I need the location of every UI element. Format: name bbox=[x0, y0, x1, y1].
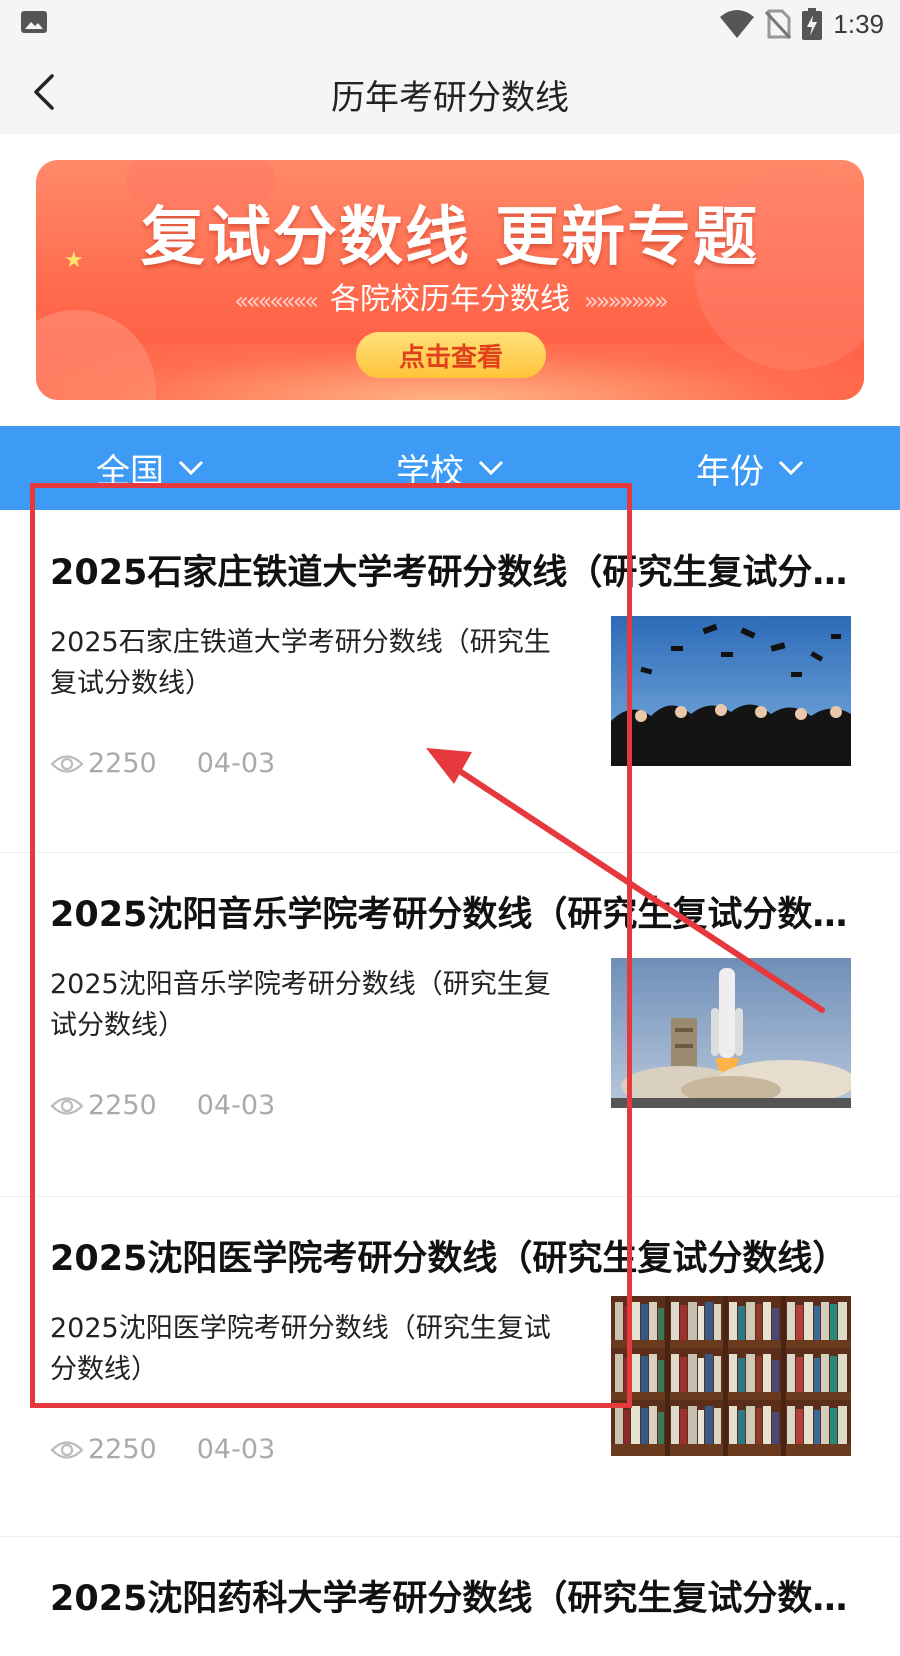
page-title: 历年考研分数线 bbox=[331, 78, 569, 118]
clock: 1:39 bbox=[833, 8, 884, 39]
article-date: 04-03 bbox=[196, 1434, 276, 1465]
promo-banner[interactable]: ★ 复试分数线 更新专题 ««««««« 各院校历年分数线»»»»»»» 点击查看 bbox=[36, 160, 864, 400]
banner-subtitle: ««««««« 各院校历年分数线»»»»»»» bbox=[234, 282, 669, 317]
chevrons-right-icon: »»»»»»» bbox=[584, 287, 669, 315]
status-bar: 1:39 bbox=[0, 0, 900, 48]
image-notification-icon bbox=[21, 11, 47, 33]
banner-title: 复试分数线 更新专题 bbox=[140, 201, 760, 275]
filter-label: 年份 bbox=[696, 451, 764, 492]
annotation-highlight-box bbox=[30, 483, 632, 1408]
article-title: 2025沈阳药科大学考研分数线（研究生复试分数线） bbox=[50, 1579, 855, 1619]
view-button[interactable]: 点击查看 bbox=[356, 332, 546, 378]
title-bar: 历年考研分数线 bbox=[0, 48, 900, 134]
filter-year[interactable]: 年份 bbox=[600, 426, 900, 510]
view-count: 2250 bbox=[88, 1434, 157, 1465]
bookshelf-photo bbox=[611, 1296, 851, 1456]
rocket-launch-photo bbox=[611, 958, 851, 1108]
eye-icon bbox=[50, 1440, 84, 1459]
graduation-photo bbox=[611, 616, 851, 766]
chevron-down-icon bbox=[178, 460, 204, 476]
chevron-down-icon bbox=[778, 460, 804, 476]
battery-charging-icon bbox=[802, 8, 823, 40]
article-meta: 2250 04-03 bbox=[50, 1434, 275, 1465]
wifi-icon bbox=[720, 10, 755, 38]
no-sim-icon bbox=[765, 9, 792, 39]
list-item[interactable]: 2025沈阳药科大学考研分数线（研究生复试分数线） bbox=[0, 1536, 900, 1656]
chevron-down-icon bbox=[478, 460, 504, 476]
chevrons-left-icon: ««««««« bbox=[234, 287, 319, 315]
